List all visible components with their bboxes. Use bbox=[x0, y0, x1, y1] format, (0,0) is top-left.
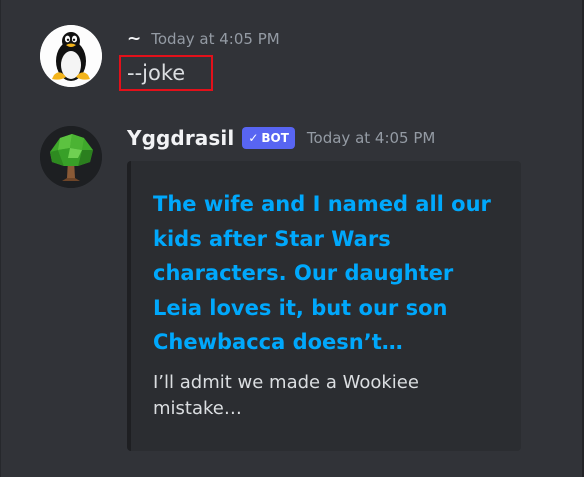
timestamp[interactable]: Today at 4:05 PM bbox=[151, 30, 279, 48]
timestamp[interactable]: Today at 4:05 PM bbox=[307, 129, 435, 147]
message-content: --joke bbox=[119, 55, 213, 91]
bot-username[interactable]: Yggdrasil bbox=[127, 126, 234, 150]
username[interactable]: ~ bbox=[127, 29, 141, 49]
bot-badge-label: BOT bbox=[261, 131, 289, 145]
tux-penguin-icon bbox=[40, 25, 102, 87]
bot-badge: ✓ BOT bbox=[242, 127, 295, 149]
embed-description: I’ll admit we made a Wookiee mistake… bbox=[153, 372, 419, 419]
message-text: --joke bbox=[127, 61, 186, 85]
bot-avatar[interactable] bbox=[40, 126, 102, 188]
checkmark-icon: ✓ bbox=[248, 131, 259, 145]
joke-embed: The wife and I named all our kids after … bbox=[127, 161, 521, 451]
message-header: ~ Today at 4:05 PM bbox=[127, 29, 280, 49]
embed-title: The wife and I named all our kids after … bbox=[153, 192, 491, 354]
tree-icon bbox=[40, 126, 102, 188]
message-header: Yggdrasil ✓ BOT Today at 4:05 PM bbox=[127, 126, 435, 150]
user-avatar[interactable] bbox=[40, 25, 102, 87]
